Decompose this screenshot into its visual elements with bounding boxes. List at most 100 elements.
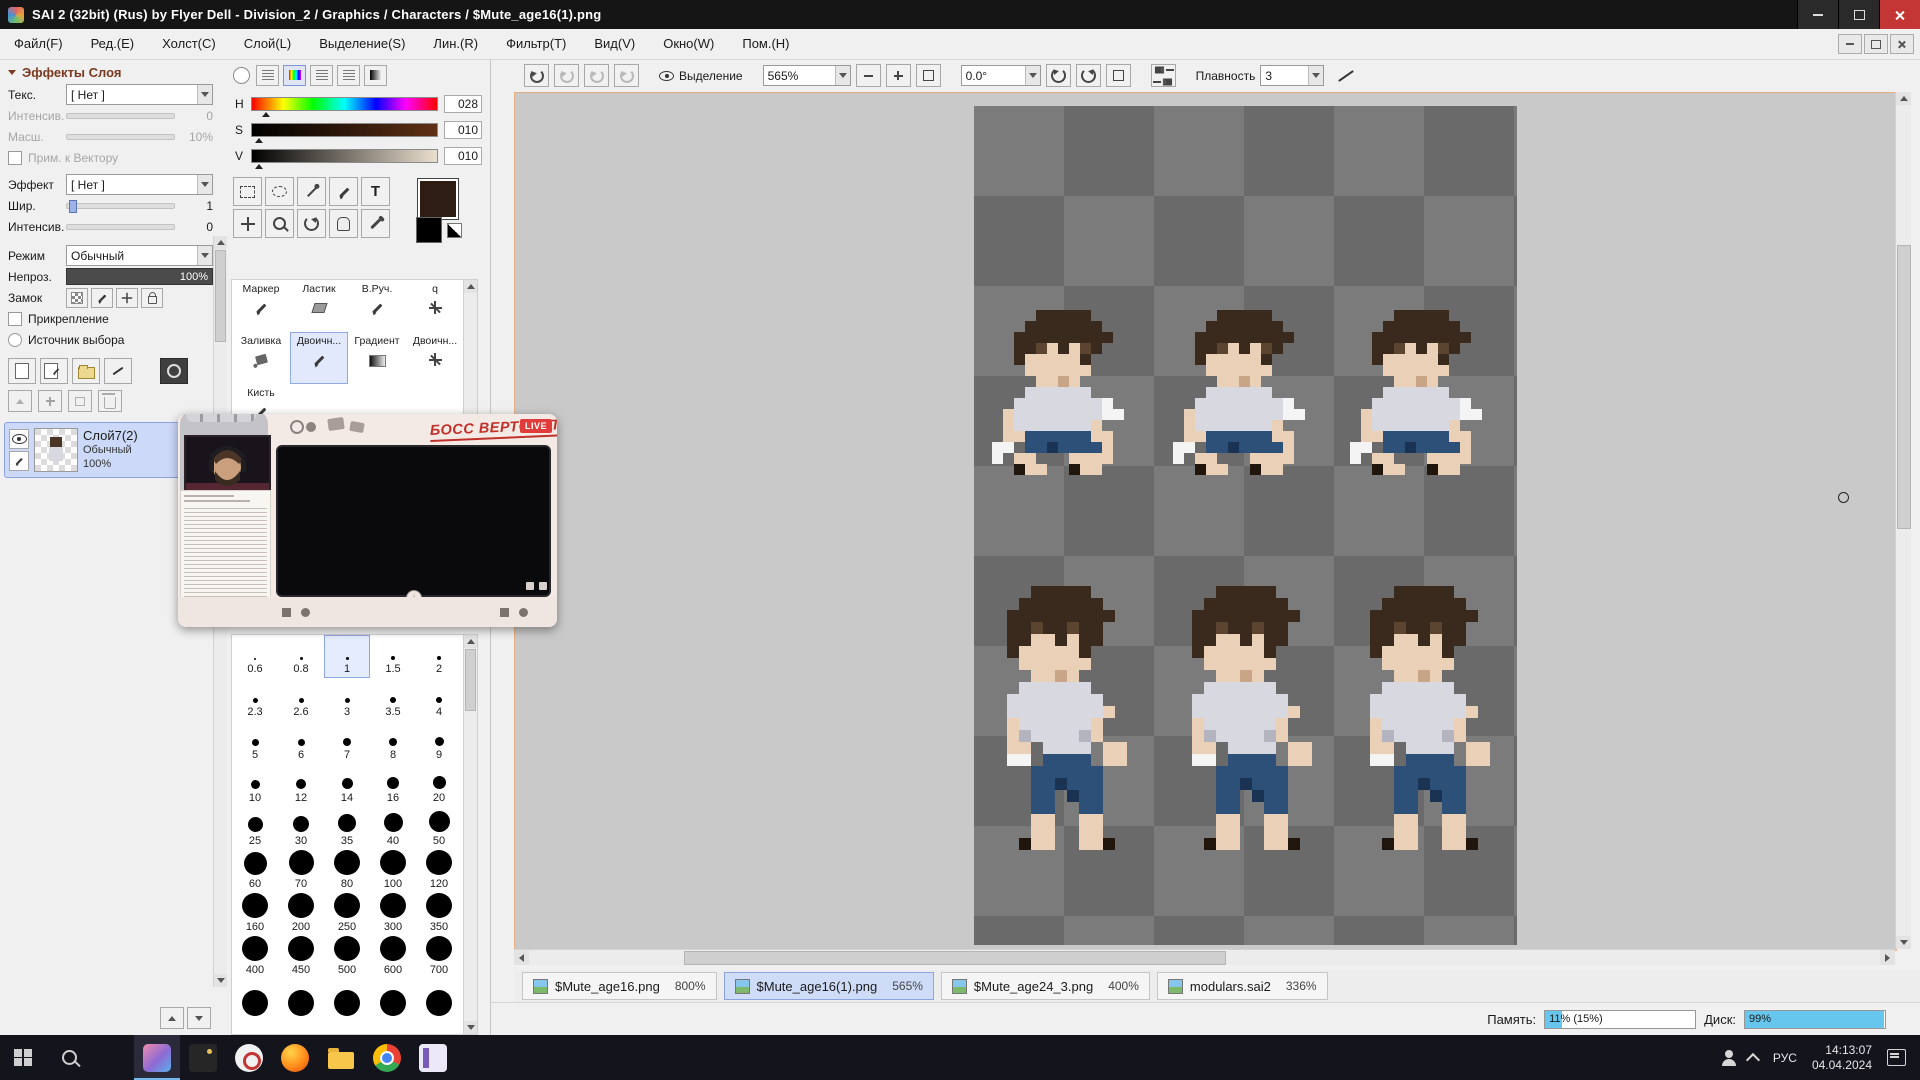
effect-select[interactable]: [ Нет ]	[66, 174, 213, 195]
magic-wand-tool[interactable]	[297, 177, 326, 206]
brush-size-option[interactable]: 700	[416, 936, 462, 979]
action-center-icon[interactable]	[1887, 1049, 1906, 1066]
hand-tool[interactable]	[329, 209, 358, 238]
panel-scroll-top-button[interactable]	[160, 1007, 184, 1029]
rotate-cw-button[interactable]	[1076, 64, 1101, 87]
canvas-hscrollbar[interactable]	[514, 949, 1895, 965]
brush-size-option[interactable]: 6	[278, 721, 324, 764]
brush-size-option[interactable]: 40	[370, 807, 416, 850]
taskbar-icon-chrome[interactable]	[364, 1035, 410, 1080]
document-tab[interactable]: $Mute_age24_3.png400%	[941, 972, 1150, 1000]
lock-position-button[interactable]	[116, 288, 138, 308]
hue-bar[interactable]	[251, 97, 438, 111]
brush-size-option[interactable]: 30	[278, 807, 324, 850]
brush-size-option[interactable]	[370, 979, 416, 1022]
brush-size-option[interactable]: 200	[278, 893, 324, 936]
clipping-checkbox[interactable]	[8, 312, 22, 326]
brush-size-option[interactable]: 70	[278, 850, 324, 893]
value-value[interactable]: 010	[444, 147, 482, 165]
document-tab[interactable]: $Mute_age16.png800%	[522, 972, 717, 1000]
menu-item[interactable]: Фильтр(T)	[492, 29, 580, 59]
tray-chevron-icon[interactable]	[1746, 1052, 1760, 1066]
brush-size-option[interactable]: 8	[370, 721, 416, 764]
merge-down-button[interactable]	[38, 390, 62, 412]
lock-transparency-button[interactable]	[66, 288, 88, 308]
minimize-button[interactable]	[1797, 0, 1838, 29]
hscroll-thumb[interactable]	[684, 951, 1226, 965]
taskbar-icon-firefox[interactable]	[272, 1035, 318, 1080]
width-slider[interactable]	[66, 203, 175, 209]
brush-size-option[interactable]	[278, 979, 324, 1022]
move-tool[interactable]	[233, 209, 262, 238]
brush-size-option[interactable]: 2.3	[232, 678, 278, 721]
brush-size-option[interactable]: 100	[370, 850, 416, 893]
menu-item[interactable]: Файл(F)	[0, 29, 77, 59]
background-color-swatch[interactable]	[416, 217, 442, 243]
new-folder-button[interactable]	[72, 358, 100, 384]
text-tool[interactable]: T	[361, 177, 390, 206]
maximize-button[interactable]	[1838, 0, 1879, 29]
brush-size-option[interactable]: 500	[324, 936, 370, 979]
brush-size-option[interactable]: 10	[232, 764, 278, 807]
foreground-color-swatch[interactable]	[418, 179, 458, 219]
menu-item[interactable]: Окно(W)	[649, 29, 728, 59]
mdi-restore-button[interactable]	[1864, 34, 1888, 54]
rotate-reset-button[interactable]	[1106, 64, 1131, 87]
scroll-up-button[interactable]	[1896, 92, 1911, 105]
new-layer-button[interactable]	[8, 358, 36, 384]
history-back-button[interactable]	[584, 64, 609, 87]
zoom-select[interactable]: 565%	[763, 65, 851, 86]
brush-size-option[interactable]: 2.6	[278, 678, 324, 721]
vscroll-thumb[interactable]	[1897, 245, 1911, 529]
tool-item[interactable]: Двоичн...	[290, 332, 348, 384]
brush-size-option[interactable]: 0.8	[278, 635, 324, 678]
brush-size-option[interactable]: 2	[416, 635, 462, 678]
tool-item[interactable]: В.Руч.	[348, 280, 406, 332]
lock-all-button[interactable]	[141, 288, 163, 308]
brush-size-option[interactable]: 250	[324, 893, 370, 936]
brush-size-option[interactable]: 60	[232, 850, 278, 893]
taskbar-icon-notes-app[interactable]	[410, 1035, 456, 1080]
smoothing-select[interactable]: 3	[1260, 65, 1324, 86]
history-forward-button[interactable]	[614, 64, 639, 87]
mdi-minimize-button[interactable]	[1838, 34, 1862, 54]
artboard[interactable]	[974, 106, 1517, 945]
gradient-tab-button[interactable]	[364, 65, 387, 86]
rgb-sliders-tab-button[interactable]	[283, 65, 306, 86]
brush-size-option[interactable]: 300	[370, 893, 416, 936]
hue-marker[interactable]	[262, 112, 270, 117]
tray-people-icon[interactable]	[1725, 1050, 1733, 1058]
palette-grid-tab-button[interactable]	[337, 65, 360, 86]
scroll-up-button[interactable]	[214, 236, 227, 249]
eyedropper-tool[interactable]	[361, 209, 390, 238]
tools-scrollbar[interactable]	[463, 280, 477, 436]
close-button[interactable]	[1879, 0, 1920, 29]
brush-scrollbar[interactable]	[463, 635, 477, 1034]
panel-header[interactable]: Эффекты Слоя	[0, 59, 227, 84]
transfer-down-button[interactable]	[8, 390, 32, 412]
document-tab[interactable]: $Mute_age16(1).png565%	[724, 972, 934, 1000]
selection-visibility-icon[interactable]	[659, 71, 674, 81]
canvas-vscrollbar[interactable]	[1895, 92, 1911, 949]
flip-horizontal-button[interactable]	[1151, 64, 1176, 87]
brush-size-option[interactable]	[324, 979, 370, 1022]
menu-item[interactable]: Вид(V)	[580, 29, 649, 59]
apply-to-vector-checkbox[interactable]	[8, 151, 22, 165]
lasso-tool[interactable]	[265, 177, 294, 206]
brush-size-option[interactable]: 16	[370, 764, 416, 807]
snapshot-button[interactable]	[160, 358, 188, 384]
layer-visibility-toggle[interactable]	[9, 429, 29, 449]
menu-item[interactable]: Слой(L)	[230, 29, 306, 59]
brush-size-option[interactable]: 12	[278, 764, 324, 807]
tool-item[interactable]: Градиент	[348, 332, 406, 384]
menu-item[interactable]: Пом.(H)	[728, 29, 803, 59]
tool-item[interactable]: Ластик	[290, 280, 348, 332]
brush-size-option[interactable]: 120	[416, 850, 462, 893]
zoom-out-button[interactable]	[856, 64, 881, 87]
rotate-tool[interactable]	[297, 209, 326, 238]
brush-size-option[interactable]: 450	[278, 936, 324, 979]
brush-size-option[interactable]: 1.5	[370, 635, 416, 678]
hue-value[interactable]: 028	[444, 95, 482, 113]
panel-scroll-bottom-button[interactable]	[187, 1007, 211, 1029]
tool-item[interactable]: q	[406, 280, 464, 332]
